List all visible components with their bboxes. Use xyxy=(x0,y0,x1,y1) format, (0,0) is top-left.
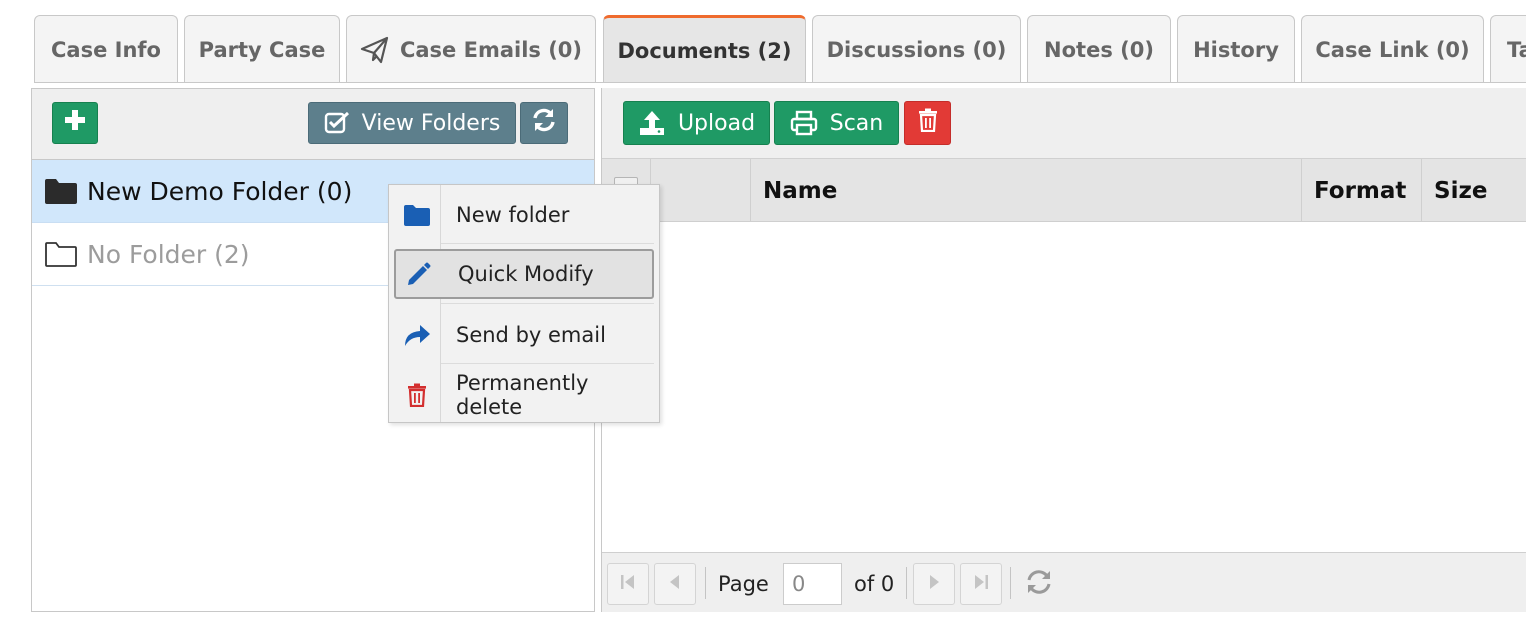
menu-item-permanently-delete[interactable]: Permanently delete xyxy=(394,370,654,420)
next-page-icon xyxy=(924,572,944,596)
menu-item-new-folder[interactable]: New folder xyxy=(394,190,654,240)
next-page-button[interactable] xyxy=(913,563,955,605)
tab-case-info[interactable]: Case Info xyxy=(34,15,178,83)
prev-page-icon xyxy=(665,572,685,596)
pager-separator xyxy=(1010,567,1011,599)
trash-icon xyxy=(394,370,440,420)
documents-panel: Upload Scan Name Format Size Page 0 of 0 xyxy=(601,88,1526,612)
column-header-size[interactable]: Size xyxy=(1421,159,1526,222)
tab-history[interactable]: History xyxy=(1177,15,1295,83)
scan-button[interactable]: Scan xyxy=(774,101,899,145)
tab-label: Documents (2) xyxy=(617,38,792,63)
pager-separator xyxy=(705,567,706,599)
tab-case-link[interactable]: Case Link (0) xyxy=(1301,15,1484,83)
pencil-icon xyxy=(396,249,442,299)
tab-label: Case Emails (0) xyxy=(399,37,583,62)
tab-case-emails[interactable]: Case Emails (0) xyxy=(346,15,596,83)
pager-separator xyxy=(906,567,907,599)
upload-icon xyxy=(638,109,666,137)
documents-grid-header: Name Format Size xyxy=(602,159,1526,222)
column-label: Size xyxy=(1434,177,1488,204)
tab-label: Party Case xyxy=(198,37,326,62)
delete-documents-button[interactable] xyxy=(904,101,951,145)
last-page-button[interactable] xyxy=(960,563,1002,605)
tab-label: History xyxy=(1193,37,1279,62)
tab-label: Ta xyxy=(1507,37,1526,62)
menu-separator xyxy=(441,363,654,364)
page-number-input[interactable]: 0 xyxy=(783,563,842,605)
page-label: Page xyxy=(718,572,769,596)
folders-toolbar: View Folders xyxy=(32,89,594,160)
menu-separator xyxy=(441,243,654,244)
folder-label: New Demo Folder (0) xyxy=(87,176,353,206)
page-count-label: of 0 xyxy=(854,572,895,596)
tab-documents[interactable]: Documents (2) xyxy=(603,15,806,83)
checkbox-icon xyxy=(324,111,350,135)
first-page-button[interactable] xyxy=(607,563,649,605)
tab-label: Discussions (0) xyxy=(826,37,1007,62)
documents-toolbar: Upload Scan xyxy=(602,88,1526,159)
reload-grid-button[interactable] xyxy=(1018,563,1060,605)
folder-label: No Folder (2) xyxy=(87,239,250,269)
view-folders-button[interactable]: View Folders xyxy=(308,102,516,144)
last-page-icon xyxy=(971,572,991,596)
menu-item-label: Quick Modify xyxy=(458,262,594,286)
share-icon xyxy=(394,310,440,360)
view-folders-label: View Folders xyxy=(361,110,501,136)
tab-label: Case Info xyxy=(51,37,161,62)
folder-icon xyxy=(394,190,440,240)
trash-icon xyxy=(918,108,938,138)
first-page-icon xyxy=(618,572,638,596)
refresh-folders-button[interactable] xyxy=(520,102,568,144)
menu-separator xyxy=(441,303,654,304)
pagination-bar: Page 0 of 0 xyxy=(602,552,1526,612)
plus-icon xyxy=(64,109,86,137)
upload-label: Upload xyxy=(677,110,756,136)
add-folder-button[interactable] xyxy=(52,102,98,144)
tab-divider xyxy=(34,82,1526,83)
tab-notes[interactable]: Notes (0) xyxy=(1027,15,1171,83)
tab-label: Notes (0) xyxy=(1044,37,1154,62)
upload-button[interactable]: Upload xyxy=(623,101,770,145)
folder-context-menu: New folder Quick Modify Send by email Pe… xyxy=(388,184,660,423)
menu-item-label: Permanently delete xyxy=(456,371,589,419)
menu-item-quick-modify[interactable]: Quick Modify xyxy=(394,249,654,299)
refresh-icon xyxy=(531,107,557,139)
prev-page-button[interactable] xyxy=(654,563,696,605)
menu-item-label: Send by email xyxy=(456,323,606,347)
column-header-format[interactable]: Format xyxy=(1301,159,1421,222)
tab-overflow[interactable]: Ta xyxy=(1490,15,1526,83)
column-header-icon[interactable] xyxy=(650,159,750,222)
tab-label: Case Link (0) xyxy=(1315,37,1470,62)
menu-item-label: New folder xyxy=(456,203,570,227)
tab-bar: Case Info Party Case Case Emails (0) Doc… xyxy=(34,15,1526,83)
column-label: Name xyxy=(763,177,838,204)
folder-solid-icon xyxy=(44,177,78,205)
printer-icon xyxy=(790,110,818,136)
paper-plane-icon xyxy=(360,36,390,64)
folder-outline-icon xyxy=(44,240,78,268)
reload-icon xyxy=(1024,567,1054,601)
tab-discussions[interactable]: Discussions (0) xyxy=(812,15,1021,83)
menu-item-send-by-email[interactable]: Send by email xyxy=(394,310,654,360)
tab-party-case[interactable]: Party Case xyxy=(184,15,340,83)
column-header-name[interactable]: Name xyxy=(750,159,1301,222)
scan-label: Scan xyxy=(829,110,884,136)
column-label: Format xyxy=(1314,177,1407,204)
